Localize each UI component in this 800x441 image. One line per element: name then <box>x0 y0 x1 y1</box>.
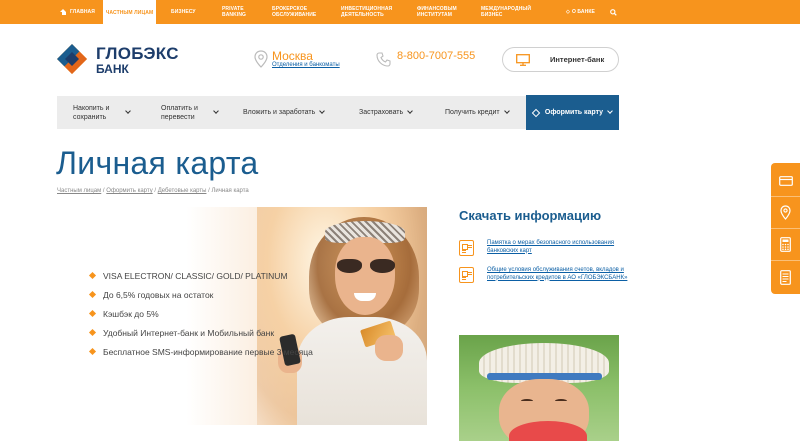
topbar-item-private-persons[interactable]: Частным лицам <box>103 0 156 26</box>
city-selector[interactable]: Москва <box>272 49 313 63</box>
topbar-item-business[interactable]: Бизнесу <box>171 0 196 24</box>
nav-item-get-card[interactable]: Оформить карту <box>526 95 619 130</box>
topbar-item-financial-institutions[interactable]: Финансовым институтам <box>417 0 472 24</box>
internet-bank-label: Интернет-банк <box>550 55 605 64</box>
topbar-item-private-banking[interactable]: Private banking <box>222 0 262 24</box>
phone-icon <box>376 52 391 67</box>
side-tools-panel <box>771 163 800 294</box>
nav-item-save[interactable]: Накопить и сохранить <box>73 96 133 129</box>
chevron-down-icon <box>503 108 510 114</box>
breadcrumb-private-persons[interactable]: Частным лицам <box>57 188 101 194</box>
internet-bank-button[interactable]: Интернет-банк <box>502 47 619 72</box>
feature-item: Кэшбэк до 5% <box>90 309 313 328</box>
nav-item-pay[interactable]: Оплатить и перевести <box>161 96 221 129</box>
breadcrumb: Частным лицам / Оформить карту / Дебетов… <box>57 188 249 194</box>
card-icon <box>778 175 793 186</box>
feature-item: До 6,5% годовых на остаток <box>90 290 313 309</box>
breadcrumb-get-card[interactable]: Оформить карту <box>106 188 152 194</box>
chevron-down-icon <box>607 108 613 114</box>
topbar-item-home[interactable]: Главная <box>60 0 95 24</box>
location-icon <box>780 205 791 220</box>
document-icon <box>459 240 474 256</box>
side-tool-cards[interactable] <box>771 165 800 197</box>
download-info-heading: Скачать информацию <box>459 208 602 223</box>
top-bar: Главная Частным лицам Бизнесу Private ba… <box>0 0 800 26</box>
feature-item: VISA ELECTRON/ CLASSIC/ GOLD/ PLATINUM <box>90 271 313 290</box>
search-icon <box>610 8 617 16</box>
topbar-item-brokerage[interactable]: Брокерское обслуживание <box>272 0 327 24</box>
topbar-item-about[interactable]: ◇ О банке <box>566 0 595 24</box>
topbar-item-international[interactable]: Международный бизнес <box>481 0 541 24</box>
side-tool-location[interactable] <box>771 197 800 229</box>
topbar-item-investment[interactable]: Инвестиционная деятельность <box>341 0 399 24</box>
download-item[interactable]: Памятка о мерах безопасного использовани… <box>459 240 637 256</box>
breadcrumb-current: Личная карта <box>211 188 249 194</box>
chevron-down-icon <box>319 108 326 114</box>
card-features-list: VISA ELECTRON/ CLASSIC/ GOLD/ PLATINUM Д… <box>90 271 313 366</box>
feature-item: Удобный Интернет-банк и Мобильный банк <box>90 328 313 347</box>
side-tool-calculator[interactable] <box>771 229 800 261</box>
logo-subtitle: БАНК <box>96 62 129 76</box>
home-icon <box>60 9 67 15</box>
phone-number[interactable]: 8-800-7007-555 <box>397 50 475 62</box>
document-icon <box>459 267 474 283</box>
download-item[interactable]: Общие условия обслуживания счетов, вклад… <box>459 267 637 283</box>
branches-atms-link[interactable]: Отделения и банкоматы <box>272 62 340 68</box>
download-link[interactable]: Памятка о мерах безопасного использовани… <box>487 240 637 256</box>
side-tool-documents[interactable] <box>771 261 800 293</box>
promo-photo <box>459 335 619 441</box>
nav-item-credit[interactable]: Получить кредит <box>445 96 510 129</box>
diamond-icon <box>531 108 541 117</box>
chevron-down-icon <box>213 108 219 114</box>
logo-name[interactable]: ГЛОБЭКС <box>96 44 179 64</box>
location-pin-icon <box>254 50 268 68</box>
page-title: Личная карта <box>56 145 259 181</box>
document-icon <box>780 269 791 285</box>
nav-item-insure[interactable]: Застраховать <box>359 96 414 129</box>
download-link[interactable]: Общие условия обслуживания счетов, вклад… <box>487 267 637 283</box>
breadcrumb-debit-cards[interactable]: Дебетовые карты <box>158 188 207 194</box>
chevron-down-icon <box>125 108 131 114</box>
chevron-down-icon <box>407 108 414 114</box>
main-nav: Накопить и сохранить Оплатить и перевест… <box>57 95 619 130</box>
feature-item: Бесплатное SMS-информирование первые 3 м… <box>90 347 313 366</box>
calculator-icon <box>780 237 791 252</box>
topbar-search-button[interactable] <box>610 0 617 24</box>
logo-icon[interactable] <box>57 44 87 74</box>
diamond-bullet-icon: ◇ <box>566 9 570 15</box>
nav-item-invest[interactable]: Вложить и заработать <box>243 96 326 129</box>
monitor-icon <box>516 53 530 66</box>
